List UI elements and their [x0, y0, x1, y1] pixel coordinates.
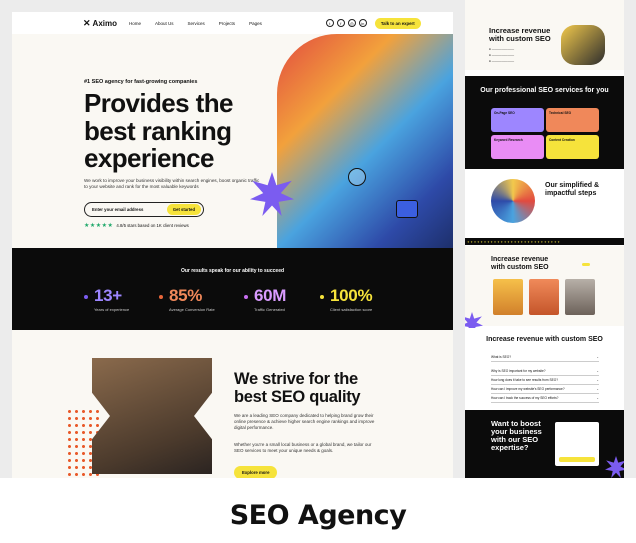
- nav-projects[interactable]: Projects: [219, 21, 235, 26]
- facebook-icon[interactable]: f: [336, 19, 345, 27]
- list-item: ● ———————: [489, 59, 515, 63]
- chevron-down-icon: ⌄: [596, 387, 599, 391]
- chevron-down-icon: ⌄: [596, 355, 599, 359]
- email-field[interactable]: Enter your email address: [92, 207, 143, 212]
- star-icons: ★★★★★: [84, 223, 114, 229]
- cta-title: Want to boost your business with our SEO…: [491, 419, 542, 452]
- linkedin-icon[interactable]: in: [358, 19, 367, 27]
- logo[interactable]: ✕ Aximo: [83, 18, 117, 29]
- team-member-photo: [565, 279, 595, 315]
- twitter-icon[interactable]: t: [325, 19, 334, 27]
- stats-section: Our results speak for our ability to suc…: [12, 248, 453, 330]
- keyword-marquee: ✦ ✦ ✦ ✦ ✦ ✦ ✦ ✦ ✦ ✦ ✦ ✦ ✦ ✦ ✦ ✦ ✦ ✦ ✦ ✦ …: [465, 238, 624, 245]
- services-title: Our professional SEO services for you: [480, 87, 609, 94]
- quality-paragraph-2: Whether you're a small local business or…: [234, 442, 372, 453]
- faq-item[interactable]: How can I improve my website's SEO perfo…: [491, 387, 599, 394]
- nav-pages[interactable]: Pages: [249, 21, 262, 26]
- revenue-section: Increase revenue with custom SEO ● —————…: [465, 0, 624, 70]
- list-item: ● ———————: [489, 47, 515, 51]
- get-started-button[interactable]: Get started: [166, 204, 201, 215]
- team-member-photo: [529, 279, 559, 315]
- side-page-preview: Increase revenue with custom SEO ● —————…: [465, 0, 624, 478]
- faq-item[interactable]: What is SEO? ⌄: [491, 355, 599, 362]
- nav-links: Home About Us Services Projects Pages: [129, 21, 262, 26]
- stat-conversion: 85% Average Conversion Rate: [169, 286, 215, 312]
- steps-section: Our simplified & impactful steps: [465, 170, 624, 245]
- service-card[interactable]: Content Creation: [546, 135, 599, 159]
- quality-paragraph-1: We are a leading SEO company dedicated t…: [234, 413, 375, 430]
- logo-icon: ✕: [83, 17, 91, 28]
- stat-value: 13+: [94, 286, 122, 305]
- faq-section: Increase revenue with custom SEO What is…: [465, 328, 624, 408]
- stat-satisfaction: 100% Client satisfaction score: [330, 286, 373, 312]
- submit-button[interactable]: [559, 457, 595, 462]
- faq-item[interactable]: How can I track the success of my SEO ef…: [491, 396, 599, 403]
- quality-title: We strive for the best SEO quality: [234, 370, 361, 406]
- instagram-icon[interactable]: ◎: [347, 19, 356, 27]
- chevron-down-icon: ⌄: [596, 369, 599, 373]
- service-card[interactable]: Technical SEO: [546, 108, 599, 132]
- team-portrait: [92, 358, 212, 474]
- nav-services[interactable]: Services: [188, 21, 205, 26]
- hero-section: #1 SEO agency for fast-growing companies…: [12, 34, 453, 248]
- hero-description: We work to improve your business visibil…: [84, 178, 260, 189]
- page-caption: SEO Agency: [229, 500, 407, 531]
- service-card[interactable]: On-Page SEO: [491, 108, 544, 132]
- social-icons: t f ◎ in: [325, 19, 367, 27]
- nav-about[interactable]: About Us: [155, 21, 174, 26]
- stat-bullet: [320, 295, 324, 299]
- rating-text: 4.8/5 stars based on 1K client reviews: [116, 223, 189, 228]
- laptop-image: [561, 25, 605, 65]
- logo-text: Aximo: [92, 18, 117, 28]
- stat-label: Traffic Generated: [254, 307, 285, 312]
- stat-bullet: [84, 295, 88, 299]
- stats-title: Our results speak for our ability to suc…: [180, 268, 285, 274]
- team-section: Increase revenue with custom SEO: [465, 246, 624, 326]
- hero-team-photo: [277, 34, 453, 248]
- faq-item[interactable]: Why is SEO important for my website? ⌄: [491, 369, 599, 376]
- talk-to-expert-button[interactable]: Talk to an expert: [374, 17, 421, 29]
- chart-icon: [396, 200, 418, 218]
- nav-home[interactable]: Home: [129, 21, 141, 26]
- explore-more-button[interactable]: Explore more: [234, 466, 278, 478]
- faq-question: How long does it take to see results fro…: [491, 378, 558, 382]
- steps-image: [491, 179, 535, 223]
- faq-question: How can I track the success of my SEO ef…: [491, 396, 559, 400]
- faq-item[interactable]: How long does it take to see results fro…: [491, 378, 599, 385]
- email-form: Enter your email address Get started: [84, 202, 204, 217]
- faq-title: Increase revenue with custom SEO: [486, 336, 603, 343]
- contact-form[interactable]: [555, 422, 599, 466]
- team-member-photo: [493, 279, 523, 315]
- faq-question: How can I improve my website's SEO perfo…: [491, 387, 565, 391]
- services-section: Our professional SEO services for you On…: [465, 76, 624, 169]
- team-button[interactable]: [582, 263, 590, 266]
- faq-question: Why is SEO important for my website?: [491, 369, 546, 373]
- stat-label: Average Conversion Rate: [169, 307, 215, 312]
- faq-question: What is SEO?: [491, 355, 512, 359]
- steps-title: Our simplified & impactful steps: [545, 182, 600, 197]
- stat-bullet: [159, 295, 163, 299]
- top-nav: ✕ Aximo Home About Us Services Projects P…: [12, 12, 453, 34]
- magnifier-icon: [348, 168, 366, 186]
- stat-label: Years of experience: [94, 307, 130, 312]
- quality-section: We strive for the best SEO quality We ar…: [12, 330, 453, 478]
- stat-value: 100%: [330, 286, 373, 305]
- stat-label: Client satisfaction score: [330, 307, 373, 312]
- stat-value: 85%: [169, 286, 203, 305]
- team-title: Increase revenue with custom SEO: [491, 256, 549, 271]
- service-card[interactable]: Keyword Research: [491, 135, 544, 159]
- hero-tag: #1 SEO agency for fast-growing companies: [84, 79, 198, 85]
- chevron-down-icon: ⌄: [596, 378, 599, 382]
- revenue-title: Increase revenue with custom SEO: [489, 26, 551, 43]
- cta-section: Want to boost your business with our SEO…: [465, 410, 624, 478]
- rating: ★★★★★ 4.8/5 stars based on 1K client rev…: [84, 222, 189, 229]
- stat-bullet: [244, 295, 248, 299]
- list-item: ● ———————: [489, 53, 515, 57]
- stat-years: 13+ Years of experience: [94, 286, 129, 312]
- hero-title: Provides the best ranking experience: [84, 88, 233, 173]
- main-page-preview: ✕ Aximo Home About Us Services Projects P…: [12, 12, 453, 478]
- stat-traffic: 60M Traffic Generated: [254, 286, 286, 312]
- stat-value: 60M: [254, 286, 287, 305]
- chevron-down-icon: ⌄: [596, 396, 599, 400]
